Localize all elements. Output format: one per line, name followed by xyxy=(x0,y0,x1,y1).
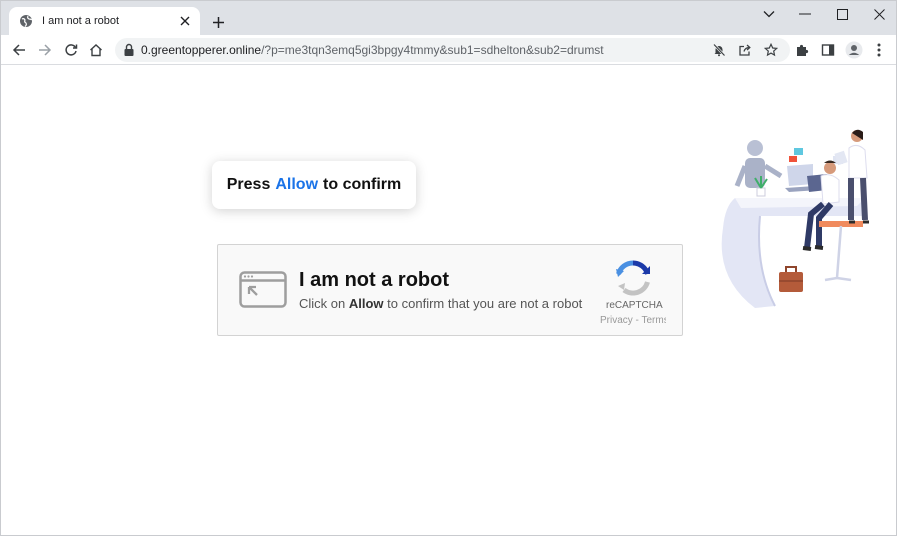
minimize-icon[interactable] xyxy=(793,5,817,23)
share-icon[interactable] xyxy=(737,42,753,58)
bell-off-icon[interactable] xyxy=(711,42,727,58)
browser-window-cursor-icon xyxy=(239,271,287,308)
captcha-title: I am not a robot xyxy=(299,269,449,291)
press-allow-word: Allow xyxy=(275,176,319,193)
privacy-terms-links[interactable]: Privacy - Terms xyxy=(600,315,666,326)
maximize-icon[interactable] xyxy=(830,5,854,23)
browser-toolbar: 0.greentopperer.online/?p=me3tqn3emq5gi3… xyxy=(1,35,896,65)
reload-icon[interactable] xyxy=(62,41,80,59)
globe-icon xyxy=(19,14,33,28)
captcha-allow-word: Allow xyxy=(348,296,384,311)
address-bar[interactable]: 0.greentopperer.online/?p=me3tqn3emq5gi3… xyxy=(115,38,790,62)
page-content: Press Allow to confirm I am not a robot … xyxy=(1,66,896,535)
recaptcha-logo-icon xyxy=(614,259,652,297)
tab-title: I am not a robot xyxy=(42,15,120,27)
new-tab-icon[interactable] xyxy=(209,13,227,31)
recaptcha-label: reCAPTCHA xyxy=(606,300,663,311)
tab-active[interactable]: I am not a robot xyxy=(9,7,200,35)
tab-close-icon[interactable] xyxy=(178,14,192,28)
browser-window: I am not a robot 0.greentopperer.online/… xyxy=(0,0,897,536)
profile-icon[interactable] xyxy=(845,41,863,59)
captcha-sub-suffix: to confirm that you are not a robot xyxy=(387,296,583,311)
star-icon[interactable] xyxy=(763,42,779,58)
lock-icon[interactable] xyxy=(123,43,135,57)
office-robot-illustration xyxy=(715,128,875,320)
fake-captcha-box[interactable]: I am not a robot Click on Allow to confi… xyxy=(217,244,683,336)
home-icon[interactable] xyxy=(87,41,105,59)
url-path: /?p=me3tqn3emq5gi3bpgy4tmmy&sub1=sdhelto… xyxy=(261,43,604,57)
window-close-icon[interactable] xyxy=(867,5,891,23)
tab-strip: I am not a robot xyxy=(1,1,896,35)
url-text: 0.greentopperer.online/?p=me3tqn3emq5gi3… xyxy=(141,43,604,57)
captcha-instruction: Click on Allow to confirm that you are n… xyxy=(299,296,582,311)
kebab-menu-icon[interactable] xyxy=(870,41,888,59)
forward-arrow-icon[interactable] xyxy=(36,41,54,59)
press-allow-prompt: Press Allow to confirm xyxy=(212,161,416,209)
press-suffix: to confirm xyxy=(323,176,402,193)
captcha-sub-prefix: Click on xyxy=(299,296,346,311)
press-prefix: Press xyxy=(226,176,271,193)
url-host: 0.greentopperer.online xyxy=(141,43,262,57)
tab-search-chevron-icon[interactable] xyxy=(757,5,781,23)
side-panel-icon[interactable] xyxy=(819,41,837,59)
back-arrow-icon[interactable] xyxy=(10,41,28,59)
puzzle-icon[interactable] xyxy=(793,41,811,59)
